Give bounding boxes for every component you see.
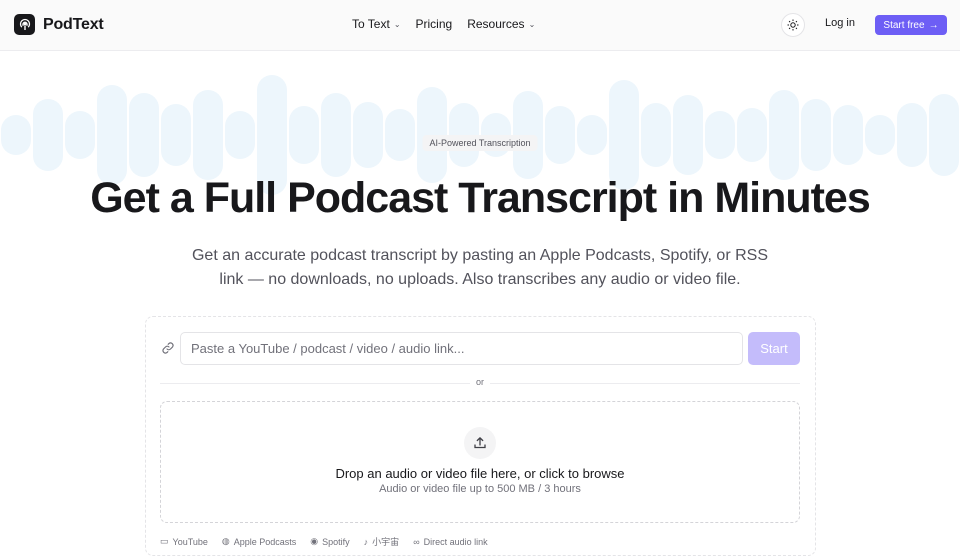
divider-label: or	[470, 377, 490, 387]
nav-pricing[interactable]: Pricing	[416, 17, 453, 31]
waveform-bar	[385, 109, 415, 161]
waveform-bar	[897, 103, 927, 167]
nav-pricing-label: Pricing	[415, 17, 453, 31]
waveform-bar	[801, 99, 831, 171]
waveform-bar	[33, 99, 63, 171]
dropzone-subtitle: Audio or video file up to 500 MB / 3 hou…	[379, 483, 581, 495]
source-apple-podcasts: ◍ Apple Podcasts	[222, 535, 296, 548]
start-free-label: Start free	[883, 19, 925, 31]
waveform-bar	[193, 90, 223, 180]
waveform-bar	[705, 111, 735, 159]
nav-resources-label: Resources	[467, 17, 525, 31]
waveform-bar	[577, 115, 607, 155]
source-label: Apple Podcasts	[233, 536, 297, 547]
upload-icon	[464, 427, 496, 459]
arrow-right-icon: →	[928, 19, 939, 31]
waveform-bar	[161, 104, 191, 166]
source-youtube: ▭ YouTube	[160, 535, 208, 548]
waveform-bar	[929, 94, 959, 176]
start-button[interactable]: Start	[748, 332, 800, 365]
main-nav: To Text ⌄ Pricing Resources ⌄	[352, 17, 535, 31]
source-direct-link: ∞ Direct audio link	[413, 535, 487, 548]
source-label: YouTube	[172, 536, 208, 547]
waveform-bar	[353, 102, 383, 168]
dropzone-title: Drop an audio or video file here, or cli…	[335, 466, 625, 481]
chevron-down-icon: ⌄	[528, 19, 536, 29]
podcast-icon	[14, 14, 35, 35]
waveform-bar	[769, 90, 799, 180]
waveform-bar	[65, 111, 95, 159]
waveform-bar	[641, 103, 671, 167]
brand-logo[interactable]: PodText	[14, 14, 104, 35]
waveform-bar	[129, 93, 159, 177]
login-link[interactable]: Log in	[825, 17, 855, 29]
waveform-bar	[225, 111, 255, 159]
spotify-icon: ◉	[310, 536, 319, 546]
waveform-bar	[289, 106, 319, 164]
waveform-bar	[673, 95, 703, 175]
source-label: 小宇宙	[372, 537, 400, 547]
waveform-bar	[865, 115, 895, 155]
source-spotify: ◉ Spotify	[310, 535, 349, 548]
source-label: Spotify	[322, 536, 350, 547]
hero-subtitle: Get an accurate podcast transcript by pa…	[191, 247, 768, 288]
waveform-bar	[97, 85, 127, 185]
waveform-bar	[833, 105, 863, 165]
url-input[interactable]	[180, 332, 743, 365]
chevron-down-icon: ⌄	[393, 19, 401, 29]
link-icon	[162, 342, 174, 354]
waveform-bar	[1, 115, 31, 155]
nav-to-text[interactable]: To Text ⌄	[352, 17, 401, 31]
start-free-button[interactable]: Start free →	[875, 15, 947, 35]
youtube-icon: ▭	[160, 536, 169, 546]
hero-badge: AI-Powered Transcription	[422, 135, 538, 151]
waveform-bar	[545, 106, 575, 164]
hero-title: Get a Full Podcast Transcript in Minutes	[90, 174, 871, 222]
nav-to-text-label: To Text	[352, 17, 390, 31]
waveform-bar	[321, 93, 351, 177]
link-icon: ∞	[413, 536, 420, 547]
microphone-icon: ♪	[363, 536, 369, 547]
source-label: Direct audio link	[423, 536, 488, 547]
podcast-icon: ◍	[221, 536, 230, 546]
source-xiaoyuzhou: ♪ 小宇宙	[364, 535, 400, 548]
waveform-bar	[737, 108, 767, 162]
sun-icon	[787, 19, 799, 31]
site-header: PodText To Text ⌄ Pricing Resources ⌄ Log …	[0, 0, 960, 51]
supported-sources: ▭ YouTube ◍ Apple Podcasts ◉ Spotify ♪ 小宇宙 ∞…	[160, 535, 488, 548]
file-dropzone[interactable]	[160, 401, 800, 523]
nav-resources[interactable]: Resources ⌄	[467, 17, 535, 31]
theme-toggle-button[interactable]	[781, 13, 805, 37]
brand-name: PodText	[43, 15, 104, 33]
